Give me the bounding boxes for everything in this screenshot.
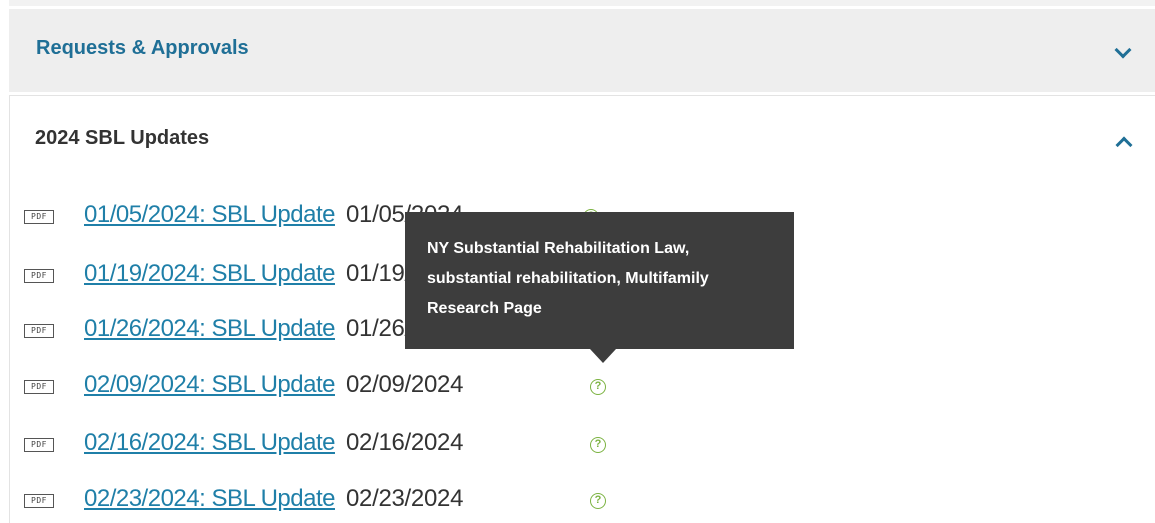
help-icon[interactable]: ? — [590, 493, 606, 509]
help-icon[interactable]: ? — [590, 379, 606, 395]
pdf-icon: PDF — [24, 324, 54, 338]
document-link[interactable]: 01/05/2024: SBL Update — [84, 201, 335, 229]
document-link[interactable]: 02/16/2024: SBL Update — [84, 429, 335, 457]
tooltip: NY Substantial Rehabilitation Law, subst… — [405, 212, 794, 349]
tooltip-arrow — [590, 349, 616, 363]
tooltip-line: Research Page — [427, 300, 542, 317]
accordion-title: 2024 SBL Updates — [35, 127, 210, 149]
document-link[interactable]: 01/26/2024: SBL Update — [84, 315, 335, 343]
top-divider — [9, 0, 1155, 6]
accordion-header[interactable]: 2024 SBL Updates — [10, 96, 1155, 186]
accordion-requests-approvals[interactable]: Requests & Approvals — [9, 9, 1155, 92]
document-date: 02/09/2024 — [346, 371, 464, 398]
document-link[interactable]: 01/19/2024: SBL Update — [84, 260, 335, 288]
document-link[interactable]: 02/23/2024: SBL Update — [84, 485, 335, 513]
tooltip-line: NY Substantial Rehabilitation Law, — [427, 240, 690, 257]
page: Requests & Approvals 2024 SBL Updates PD… — [0, 0, 1155, 523]
accordion-title: Requests & Approvals — [36, 37, 249, 59]
chevron-up-icon[interactable] — [1115, 136, 1133, 154]
document-link[interactable]: 02/09/2024: SBL Update — [84, 371, 335, 399]
tooltip-line: substantial rehabilitation, Multifamily — [427, 270, 709, 287]
pdf-icon: PDF — [24, 380, 54, 394]
document-date: 02/16/2024 — [346, 429, 464, 456]
pdf-icon: PDF — [24, 269, 54, 283]
pdf-icon: PDF — [24, 438, 54, 452]
chevron-down-icon[interactable] — [1114, 41, 1132, 59]
help-icon[interactable]: ? — [590, 437, 606, 453]
pdf-icon: PDF — [24, 494, 54, 508]
pdf-icon: PDF — [24, 210, 54, 224]
document-date: 02/23/2024 — [346, 485, 464, 512]
